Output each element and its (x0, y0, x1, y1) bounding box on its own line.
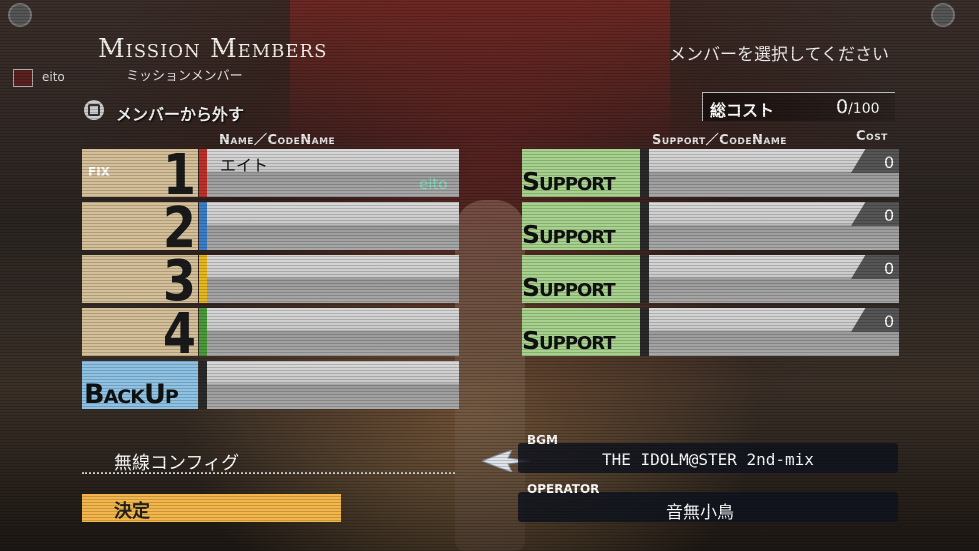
slot-color-stripe (199, 149, 207, 197)
player-name: eito (42, 70, 65, 84)
slot-number: 1 (162, 149, 196, 197)
slot-color-stripe (199, 202, 207, 250)
cost-current: 0 (836, 96, 849, 118)
page-title: Mission Members (98, 34, 328, 64)
support-separator (640, 202, 649, 250)
backup-label: BackUp (82, 361, 198, 410)
support-label: Support (522, 149, 640, 197)
support-column-header: Support／CodeName (652, 133, 787, 148)
slot-color-stripe (199, 255, 207, 303)
slot-label: 4 (82, 308, 198, 356)
support-separator (640, 255, 649, 303)
fix-badge: FIX (88, 165, 110, 179)
cost-column-header: Cost (856, 129, 888, 144)
total-cost-value: 0/100 (836, 96, 880, 118)
bgm-label: BGM (527, 433, 558, 447)
operator-label: OPERATOR (527, 482, 600, 496)
player-emblem-icon (13, 69, 33, 87)
slot-number: 4 (162, 308, 196, 356)
slot-color-stripe (199, 308, 207, 356)
support-separator (640, 149, 649, 197)
support-panel[interactable] (649, 255, 899, 303)
corner-gear-icon-left (8, 3, 32, 27)
members-column-header: Name／CodeName (219, 133, 336, 148)
member-panel[interactable] (207, 202, 459, 250)
member-panel[interactable] (207, 308, 459, 356)
slot-number: 2 (162, 202, 196, 250)
backup-text: BackUp (84, 379, 179, 410)
bgm-value: THE IDOLM@STER 2nd-mix (602, 450, 814, 469)
page-subtitle: ミッションメンバー (126, 69, 243, 84)
support-text: Support (522, 326, 616, 355)
menu-divider (82, 472, 455, 474)
slot-color-stripe (199, 361, 207, 409)
support-label: Support (522, 308, 640, 356)
support-panel[interactable] (649, 202, 899, 250)
member-panel[interactable] (207, 255, 459, 303)
remove-member-label[interactable]: メンバーから外す (116, 101, 244, 125)
total-cost-label: 総コスト (710, 101, 775, 120)
corner-gear-icon-right (931, 3, 955, 27)
member-name: エイト (220, 156, 269, 175)
instruction-text: メンバーを選択してください (669, 45, 889, 65)
support-cost: 0 (884, 153, 895, 172)
support-label: Support (522, 255, 640, 303)
support-text: Support (522, 220, 616, 249)
slot-label: 3 (82, 255, 198, 303)
background-emblem-banner (290, 0, 670, 140)
support-cost: 0 (884, 206, 895, 225)
support-text: Support (522, 167, 616, 196)
operator-value: 音無小鳥 (666, 503, 734, 523)
slot-label: FIX 1 (82, 149, 198, 197)
slot-number: 3 (162, 255, 196, 303)
support-panel[interactable] (649, 308, 899, 356)
member-codename: eito (419, 175, 448, 193)
support-cost: 0 (884, 312, 895, 331)
support-cost: 0 (884, 259, 895, 278)
support-text: Support (522, 273, 616, 302)
character-model (455, 200, 525, 551)
support-label: Support (522, 202, 640, 250)
slot-label: 2 (82, 202, 198, 250)
support-separator (640, 308, 649, 356)
square-button-icon[interactable] (84, 100, 104, 120)
confirm-label[interactable]: 決定 (114, 497, 150, 523)
cost-max: /100 (848, 101, 880, 117)
support-panel[interactable] (649, 149, 899, 197)
backup-panel[interactable] (207, 361, 459, 409)
